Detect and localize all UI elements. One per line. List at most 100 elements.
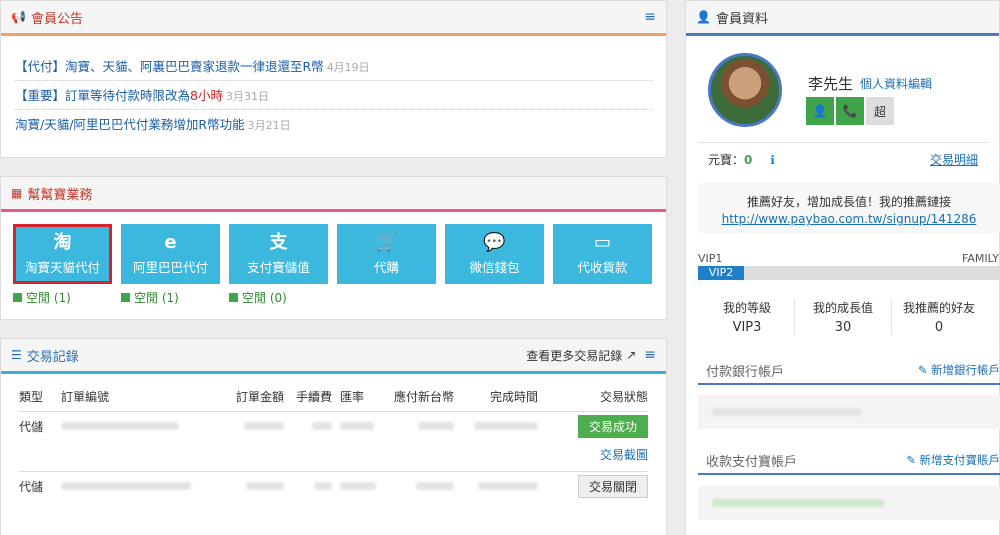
- balance-value: 0: [744, 153, 753, 167]
- balance-label: 元寶：: [708, 153, 745, 167]
- table-row: 代儲 交易關閉: [19, 472, 648, 500]
- alibaba-icon: e: [164, 232, 177, 253]
- megaphone-icon: 📢: [11, 10, 26, 24]
- grid-icon: ▦: [11, 186, 23, 200]
- stat-label: 我的等級: [722, 301, 771, 315]
- column-header: 交易狀態: [599, 390, 648, 404]
- taobao-icon: 淘: [53, 232, 72, 253]
- tile-alipay[interactable]: 支 支付寶儲值: [229, 224, 328, 284]
- table-row: 代儲 交易成功: [19, 412, 648, 440]
- referral-text: 推薦好友，增加成長值！我的推薦鏈接: [746, 195, 951, 209]
- blurred-rate: [340, 422, 374, 430]
- blurred-amount: [244, 422, 284, 430]
- referral-link[interactable]: http://www.paybao.com.tw/signup/141286: [698, 212, 1000, 226]
- user-icon: 👤: [696, 10, 711, 24]
- transaction-detail-link[interactable]: 交易明細: [930, 151, 978, 168]
- blurred-fee: [312, 422, 332, 430]
- screenshot-link[interactable]: 交易截圖: [19, 440, 648, 472]
- phone-button[interactable]: 📞: [836, 97, 864, 125]
- status-closed-button[interactable]: 交易關閉: [577, 474, 648, 498]
- tile-label: 代收貨款: [577, 260, 628, 275]
- alipay-icon: 支: [269, 232, 288, 253]
- status-badge: 空閒 (0): [229, 289, 337, 306]
- add-alipay-label: 新增支付寶賬戶: [919, 453, 1000, 467]
- blurred-bank-account: [712, 408, 862, 416]
- blurred-twd: [418, 422, 454, 430]
- super-button[interactable]: 超: [866, 97, 894, 125]
- stat-referrals: 我推薦的好友 0: [890, 299, 988, 335]
- tile-taobao[interactable]: 淘 淘寶天貓代付: [13, 224, 112, 284]
- vip-progress-bar: VIP2: [698, 266, 1000, 280]
- tile-cod[interactable]: ▭ 代收貨款: [553, 224, 652, 284]
- blurred-rate: [340, 482, 376, 490]
- tile-purchase[interactable]: 🛒 代購: [337, 224, 436, 284]
- alipay-account-title: 收款支付寶帳戶: [706, 454, 798, 470]
- member-title: 會員資料: [715, 11, 768, 27]
- tile-label: 淘寶天貓代付: [24, 260, 100, 275]
- cart-icon: 🛒: [375, 232, 398, 253]
- announcement-date: 4月19日: [326, 61, 370, 74]
- add-bank-label: 新增銀行帳戶: [931, 363, 1000, 377]
- add-alipay-link[interactable]: ✎ 新增支付寶賬戶: [906, 452, 1000, 468]
- blurred-time: [474, 422, 538, 430]
- vip-start-label: VIP1: [698, 252, 723, 265]
- menu-icon[interactable]: ≡: [644, 9, 656, 25]
- member-header: 👤 會員資料: [686, 1, 999, 33]
- business-header: ▦ 幫幫寶業務: [1, 177, 666, 209]
- vip-current-label: VIP2: [698, 266, 744, 280]
- announcement-date: 3月21日: [247, 119, 291, 132]
- bank-account-row: [698, 395, 1000, 429]
- table-header: 類型 訂單編號 訂單金額 手續費 匯率 應付新台幣 完成時間 交易狀態: [19, 382, 648, 412]
- announcement-panel: 📢 會員公告 ≡ 【代付】淘寶、天貓、阿裏巴巴賣家退款一律退還至R幣 4月19日 …: [0, 0, 667, 158]
- external-link-icon[interactable]: ↗: [626, 348, 636, 362]
- edit-icon: ✎: [917, 363, 928, 377]
- profile-edit-link[interactable]: 個人資料編輯: [860, 75, 932, 92]
- stat-level: 我的等級 VIP3: [698, 299, 796, 335]
- menu-icon[interactable]: ≡: [644, 347, 656, 363]
- balance-row: 元寶：0 ℹ: [708, 151, 775, 168]
- status-badge: 空閒 (1): [121, 289, 229, 306]
- tile-label: 代購: [373, 260, 399, 275]
- blurred-fee: [314, 482, 332, 490]
- profile-button[interactable]: 👤: [806, 97, 834, 125]
- column-header: 應付新台幣: [393, 390, 454, 404]
- avatar: [708, 53, 782, 127]
- bank-account-title: 付款銀行帳戶: [706, 364, 785, 380]
- cell-type: 代儲: [19, 479, 44, 494]
- stat-value: VIP3: [732, 320, 762, 335]
- add-bank-link[interactable]: ✎ 新增銀行帳戶: [918, 362, 1000, 378]
- announcement-header: 📢 會員公告 ≡: [1, 1, 666, 33]
- column-header: 訂單編號: [61, 390, 110, 404]
- alipay-account-row: [698, 486, 1000, 520]
- member-name: 李先生: [808, 75, 854, 93]
- transactions-panel: ☰ 交易記錄 查看更多交易記錄 ↗ ≡ 類型 訂單編號 訂單金額 手續費 匯率 …: [0, 338, 667, 535]
- info-icon[interactable]: ℹ: [770, 153, 775, 167]
- tile-wechat[interactable]: 💬 微信錢包: [445, 224, 544, 284]
- tile-label: 阿里巴巴代付: [132, 260, 208, 275]
- status-badge: 空閒 (1): [13, 289, 121, 306]
- referral-box: 推薦好友，增加成長值！我的推薦鏈接 http://www.paybao.com.…: [698, 183, 1000, 233]
- announcement-link[interactable]: 【代付】淘寶、天貓、阿裏巴巴賣家退款一律退還至R幣: [15, 59, 324, 74]
- tile-alibaba[interactable]: e 阿里巴巴代付: [121, 224, 220, 284]
- card-icon: ▭: [593, 232, 611, 253]
- stat-label: 我的成長值: [812, 301, 873, 315]
- announcement-highlight[interactable]: 8小時: [190, 88, 223, 103]
- blurred-amount: [246, 482, 284, 490]
- announcement-link[interactable]: 【重要】訂單等待付款時限改為: [15, 88, 190, 103]
- wechat-icon: 💬: [483, 232, 506, 253]
- announcement-item[interactable]: 【代付】淘寶、天貓、阿裏巴巴賣家退款一律退還至R幣 4月19日: [15, 52, 652, 81]
- announcement-item[interactable]: 【重要】訂單等待付款時限改為8小時 3月31日: [15, 81, 652, 110]
- member-panel: 👤 會員資料 李先生 個人資料編輯 👤 📞 超 元寶：0 ℹ 交易明細 推薦好友…: [685, 0, 1000, 535]
- more-transactions-link[interactable]: 查看更多交易記錄: [526, 347, 622, 364]
- tile-label: 微信錢包: [469, 260, 520, 275]
- tile-label: 支付寶儲值: [247, 260, 310, 275]
- status-dot-icon: [121, 293, 130, 302]
- column-header: 訂單金額: [235, 390, 284, 404]
- announcement-date: 3月31日: [225, 90, 269, 103]
- status-success-button[interactable]: 交易成功: [577, 414, 648, 438]
- announcement-link[interactable]: 淘寶/天貓/阿里巴巴代付業務增加R幣功能: [15, 117, 245, 132]
- stat-label: 我推薦的好友: [902, 301, 975, 315]
- column-header: 類型: [19, 390, 44, 404]
- announcement-item[interactable]: 淘寶/天貓/阿里巴巴代付業務增加R幣功能 3月21日: [15, 110, 652, 138]
- blurred-alipay-account: [712, 499, 884, 507]
